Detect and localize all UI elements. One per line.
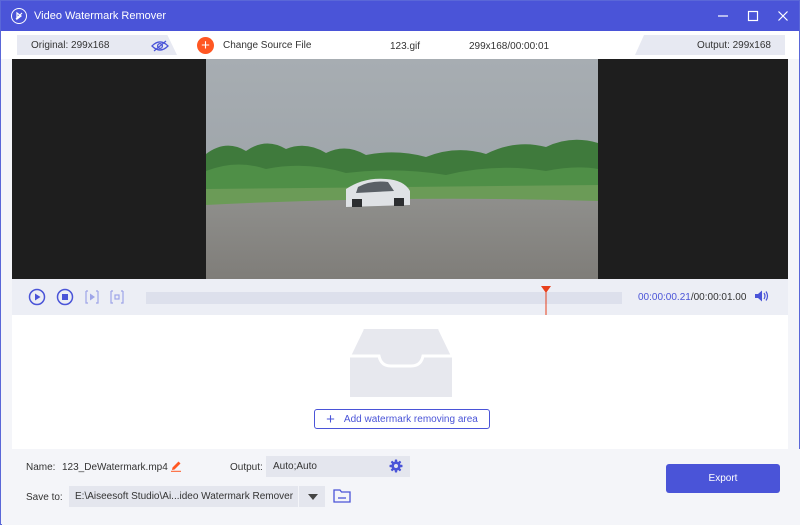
dropdown-icon[interactable] xyxy=(308,493,318,504)
playback-bar: 00:00:00.21/00:00:01.00 xyxy=(12,279,788,316)
output-format-field[interactable]: Auto;Auto xyxy=(266,456,410,477)
crop-frame-icon xyxy=(110,290,124,304)
save-path-dropdown[interactable]: E:\Aiseesoft Studio\Ai...ideo Watermark … xyxy=(69,486,325,507)
watermark-area-panel: + Add watermark removing area xyxy=(12,315,788,449)
name-label: Name: xyxy=(26,462,56,473)
source-file-info: 299x168/00:00:01 xyxy=(469,41,550,52)
add-watermark-area-button[interactable]: + Add watermark removing area xyxy=(314,409,490,429)
app-logo-icon xyxy=(11,8,27,24)
output-label: Output: xyxy=(230,462,263,473)
plus-icon: + xyxy=(326,410,335,428)
output-file-name: 123_DeWatermark.mp4 xyxy=(62,462,168,473)
stop-icon xyxy=(56,288,74,306)
saveto-label: Save to: xyxy=(26,492,63,503)
next-frame-icon xyxy=(85,290,99,304)
original-size-label: Original: 299x168 xyxy=(31,39,110,51)
export-button[interactable]: Export xyxy=(666,464,780,493)
change-source-label: Change Source File xyxy=(223,40,312,51)
current-time: 00:00:00.21 xyxy=(638,292,691,303)
folder-icon[interactable] xyxy=(333,488,351,506)
app-window: Video Watermark Remover Original: 299x16… xyxy=(0,0,800,525)
window-title: Video Watermark Remover xyxy=(34,10,167,22)
next-frame-button[interactable] xyxy=(83,288,101,306)
total-time: /00:00:01.00 xyxy=(690,292,747,303)
tray-icon xyxy=(349,328,453,398)
plus-icon: + xyxy=(197,37,214,54)
source-file-name: 123.gif xyxy=(390,41,421,52)
change-source-button[interactable]: + Change Source File xyxy=(197,37,311,54)
edit-icon[interactable] xyxy=(170,460,182,475)
minimize-icon[interactable] xyxy=(715,8,731,24)
save-path-value: E:\Aiseesoft Studio\Ai...ideo Watermark … xyxy=(75,491,294,502)
output-size-label: Output: 299x168 xyxy=(697,39,771,51)
play-icon xyxy=(28,288,46,306)
timeline-slider[interactable] xyxy=(146,286,622,316)
volume-icon[interactable] xyxy=(754,289,770,306)
maximize-icon[interactable] xyxy=(745,8,761,24)
time-readout: 00:00:00.21/00:00:01.00 xyxy=(638,292,746,303)
close-icon[interactable] xyxy=(775,8,791,24)
eye-icon[interactable] xyxy=(151,40,169,55)
output-settings: Name: 123_DeWatermark.mp4 Output: Auto;A… xyxy=(2,449,800,525)
crop-frame-button[interactable] xyxy=(108,288,126,306)
play-button[interactable] xyxy=(28,288,46,306)
add-watermark-area-label: Add watermark removing area xyxy=(343,413,478,425)
playhead-marker[interactable] xyxy=(541,286,552,316)
output-size-tag: Output: 299x168 xyxy=(635,35,785,55)
gear-icon[interactable] xyxy=(389,459,403,476)
video-preview xyxy=(12,59,788,279)
video-frame xyxy=(206,59,598,279)
output-format-value: Auto;Auto xyxy=(273,461,317,472)
stop-button[interactable] xyxy=(56,288,74,306)
title-bar: Video Watermark Remover xyxy=(1,1,799,31)
